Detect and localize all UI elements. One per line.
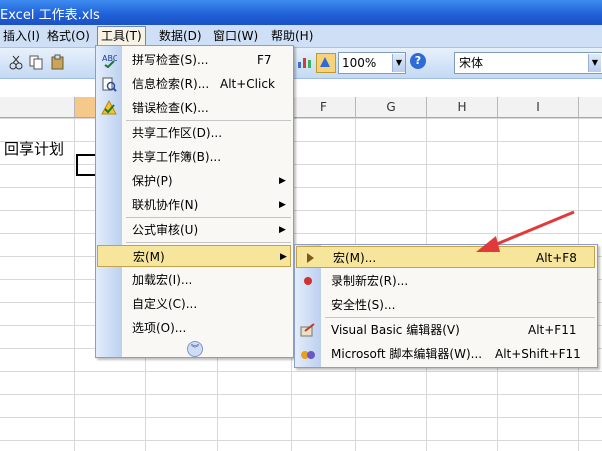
menu-item-options[interactable]: 选项(O)... [96, 317, 293, 339]
expand-menu-icon[interactable]: ︾ [187, 341, 203, 357]
window-title: Excel 工作表.xls [0, 8, 100, 23]
menu-insert[interactable]: 插入(I) [0, 28, 43, 44]
menu-item-customize[interactable]: 自定义(C)... [96, 293, 293, 315]
cut-icon[interactable] [8, 54, 24, 70]
menu-item-shared-workbook[interactable]: 共享工作簿(B)... [96, 146, 293, 168]
copy-icon[interactable] [28, 54, 44, 70]
error-check-icon [101, 99, 117, 116]
column-f[interactable]: F [292, 97, 356, 117]
menu-bar: 插入(I) 格式(O) 工具(T) 数据(D) 窗口(W) 帮助(H) [0, 25, 602, 48]
annotation-arrow-icon [476, 210, 575, 252]
zoom-value: 100% [342, 56, 377, 70]
toolbar: 100% ▼ ? 宋体 ▼ [0, 48, 602, 79]
menu-window[interactable]: 窗口(W) [210, 28, 261, 44]
script-editor-icon [300, 346, 316, 362]
menu-item-vb-editor[interactable]: Visual Basic 编辑器(V) Alt+F11 [295, 319, 597, 341]
cell-text[interactable]: 回享计划 [4, 138, 64, 159]
menu-item-protection[interactable]: 保护(P) ▶ [96, 170, 293, 192]
menu-item-formula-auditing[interactable]: 公式审核(U) ▶ [96, 219, 293, 241]
menu-data[interactable]: 数据(D) [156, 28, 205, 44]
submenu-arrow-icon: ▶ [279, 176, 286, 186]
submenu-arrow-icon: ▶ [279, 225, 286, 235]
column-i[interactable]: I [498, 97, 579, 117]
menu-item-spellcheck[interactable]: ABC 拼写检查(S)... F7 [96, 49, 293, 71]
record-icon [300, 273, 316, 289]
macro-submenu: 宏(M)... Alt+F8 录制新宏(R)... 安全性(S)... Visu… [294, 244, 598, 368]
submenu-arrow-icon: ▶ [280, 252, 287, 262]
menu-help[interactable]: 帮助(H) [268, 28, 316, 44]
drawing-icon[interactable] [316, 53, 336, 73]
column-h[interactable]: H [427, 97, 498, 117]
paste-icon[interactable] [50, 54, 66, 70]
menu-item-script-editor[interactable]: Microsoft 脚本编辑器(W)... Alt+Shift+F11 [295, 343, 597, 365]
help-icon[interactable]: ? [410, 53, 426, 69]
column-g[interactable]: G [356, 97, 427, 117]
font-name: 宋体 [459, 56, 484, 70]
menu-format[interactable]: 格式(O) [44, 28, 93, 44]
active-cell[interactable] [76, 154, 96, 176]
menu-item-research[interactable]: 信息检索(R)... Alt+Click [96, 73, 293, 95]
column-header-active[interactable] [75, 97, 96, 117]
research-icon [101, 76, 117, 92]
tools-menu: ABC 拼写检查(S)... F7 信息检索(R)... Alt+Click 错… [95, 45, 294, 358]
menu-item-security[interactable]: 安全性(S)... [295, 294, 597, 316]
chart-icon[interactable] [296, 54, 312, 70]
chevron-down-icon[interactable]: ▼ [588, 54, 601, 72]
menu-item-addins[interactable]: 加载宏(I)... [96, 269, 293, 291]
menu-tools[interactable]: 工具(T) [97, 26, 146, 46]
title-bar: Excel 工作表.xls [0, 0, 602, 25]
vb-editor-icon [300, 322, 316, 338]
play-icon [302, 250, 318, 266]
menu-item-error-check[interactable]: 错误检查(K)... [96, 97, 293, 119]
chevron-down-icon[interactable]: ▼ [392, 54, 405, 72]
menu-item-macro[interactable]: 宏(M) ▶ [97, 245, 291, 267]
submenu-arrow-icon: ▶ [279, 200, 286, 210]
spellcheck-icon: ABC [101, 52, 119, 69]
menu-item-online-collaboration[interactable]: 联机协作(N) ▶ [96, 194, 293, 216]
font-select[interactable]: 宋体 ▼ [454, 52, 602, 74]
svg-text:ABC: ABC [102, 54, 117, 63]
menu-item-shared-workspace[interactable]: 共享工作区(D)... [96, 122, 293, 144]
column-header: F G H I [0, 97, 602, 118]
menu-item-record-macro[interactable]: 录制新宏(R)... [295, 270, 597, 292]
zoom-select[interactable]: 100% ▼ [338, 52, 406, 74]
